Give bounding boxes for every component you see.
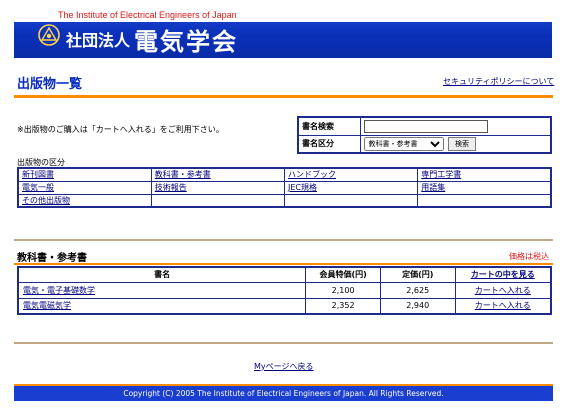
add-to-cart-link[interactable]: カートへ入れる [475,301,531,310]
copyright-text: Copyright (C) 2005 The Institute of Elec… [123,389,444,398]
category-table: 新刊図書 教科書・参考書 ハンドブック 専門工学書 電気一般 技術報告 JEC規… [17,167,552,208]
add-to-cart-link[interactable]: カートへ入れる [475,286,531,295]
table-row: 電気・電子基礎数学 2,100 2,625 カートへ入れる [17,281,552,299]
category-link-jec[interactable]: JEC規格 [288,183,317,192]
section-divider [14,239,553,241]
society-name: 電気学会 [134,28,238,56]
category-cell: 教科書・参考書 検索 [359,134,552,154]
section-title: 教科書・参考書 [17,253,87,264]
view-cart-header: カートの中を見る [454,266,552,283]
category-cell: 技術報告 [150,180,286,195]
category-link-new[interactable]: 新刊図書 [22,170,54,179]
book-name-header: 書名 [17,266,307,283]
category-link-other[interactable]: その他出版物 [22,196,70,205]
list-price-header: 定価(円) [379,266,456,283]
member-price: 2,352 [305,297,381,315]
security-policy-link[interactable]: セキュリティポリシーについて [443,76,554,87]
name-search-label: 書名検索 [297,116,361,136]
book-title-cell: 電気電磁気学 [17,297,307,315]
name-search-input[interactable] [363,119,488,133]
title-divider [14,95,553,98]
tax-note: 価格は税込 [509,252,549,261]
search-button[interactable]: 検索 [448,136,477,151]
category-link-handbook[interactable]: ハンドブック [288,170,336,179]
page-title: 出版物一覧 [17,77,83,92]
category-link-glossary[interactable]: 用語集 [421,183,445,192]
footer: Copyright (C) 2005 The Institute of Elec… [14,384,553,401]
iee-logo-icon [38,24,60,46]
category-cell: その他出版物 [17,193,152,208]
books-table: 書名 会員特価(円) 定価(円) カートの中を見る 電気・電子基礎数学 2,10… [17,266,552,315]
search-box: 書名検索 書名区分 教科書・参考書 検索 [297,116,552,154]
section-title-divider [14,263,553,265]
list-price: 2,940 [379,297,456,315]
category-cell-empty [417,193,552,208]
category-cell: 電気一般 [17,180,152,195]
category-cell: JEC規格 [283,180,419,195]
member-price: 2,100 [305,281,381,299]
list-price: 2,625 [379,281,456,299]
category-cell: 教科書・参考書 [150,167,286,182]
category-cell: 新刊図書 [17,167,152,182]
purchase-notice: ※出版物のご購入は「カートへ入れる」をご利用下さい。 [17,125,224,134]
category-link-textbook[interactable]: 教科書・参考書 [155,170,211,179]
category-label: 書名区分 [297,134,361,154]
category-cell: 用語集 [417,180,552,195]
category-cell-empty [150,193,286,208]
category-link-tech-report[interactable]: 技術報告 [155,183,187,192]
header-banner: The Institute of Electrical Engineers of… [14,8,552,58]
category-link-engineering[interactable]: 専門工学書 [421,170,461,179]
category-cell: ハンドブック [283,167,419,182]
add-to-cart-cell: カートへ入れる [454,297,552,315]
category-select[interactable]: 教科書・参考書 [363,136,444,151]
member-price-header: 会員特価(円) [305,266,381,283]
books-header-row: 書名 会員特価(円) 定価(円) カートの中を見る [17,266,552,283]
book-title-link[interactable]: 電気電磁気学 [23,301,71,310]
bottom-divider [14,342,553,344]
book-title-cell: 電気・電子基礎数学 [17,281,307,299]
name-search-cell [359,116,552,136]
book-title-link[interactable]: 電気・電子基礎数学 [23,286,95,295]
institute-english-name: The Institute of Electrical Engineers of… [58,10,237,20]
view-cart-link[interactable]: カートの中を見る [471,270,535,279]
corp-type: 社団法人 [66,31,131,50]
mypage-link[interactable]: Myページへ戻る [254,361,313,372]
add-to-cart-cell: カートへ入れる [454,281,552,299]
category-cell: 専門工学書 [417,167,552,182]
table-row: 電気電磁気学 2,352 2,940 カートへ入れる [17,297,552,315]
category-link-general[interactable]: 電気一般 [22,183,54,192]
category-cell-empty [283,193,419,208]
